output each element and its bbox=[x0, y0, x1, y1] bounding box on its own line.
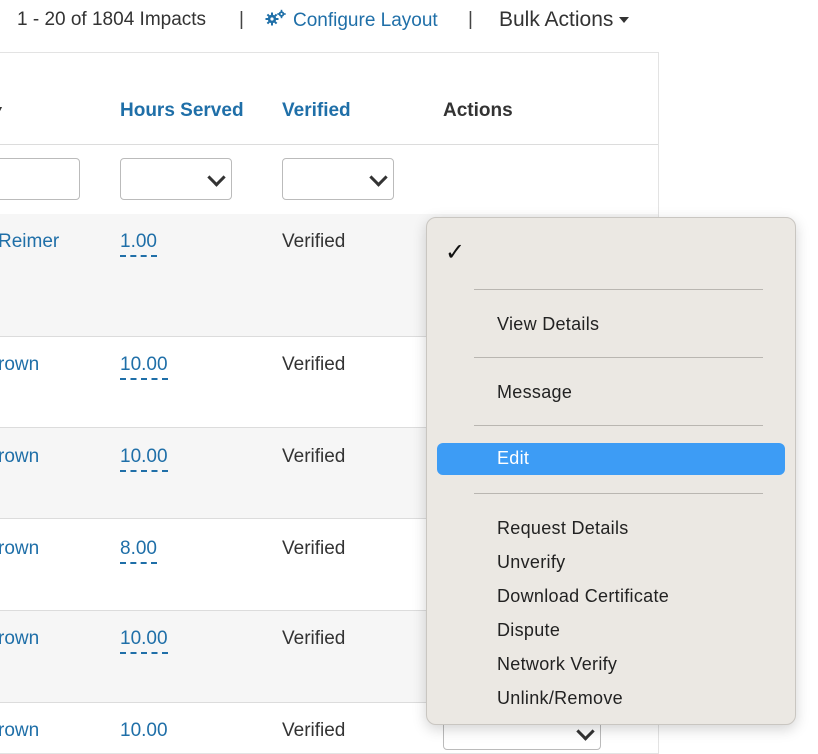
menu-item-message[interactable]: Message bbox=[497, 382, 572, 403]
hours-cell[interactable]: 10.00 bbox=[120, 720, 168, 744]
menu-item-dispute[interactable]: Dispute bbox=[497, 620, 560, 641]
hours-cell[interactable]: 10.00 bbox=[120, 446, 168, 472]
verified-cell: Verified bbox=[282, 354, 346, 375]
checkmark-icon[interactable]: ✓ bbox=[445, 238, 465, 267]
toolbar: 1 - 20 of 1804 Impacts | Configure Layou… bbox=[0, 0, 818, 40]
name-cell-link[interactable]: rown bbox=[0, 538, 39, 560]
gears-icon bbox=[265, 9, 287, 33]
hours-cell[interactable]: 10.00 bbox=[120, 354, 168, 380]
configure-layout-label: Configure Layout bbox=[293, 10, 438, 31]
result-count: 1 - 20 of 1804 Impacts bbox=[17, 9, 207, 30]
hours-cell[interactable]: 8.00 bbox=[120, 538, 157, 564]
header-verified[interactable]: Verified bbox=[282, 100, 351, 122]
menu-item-unlink-remove[interactable]: Unlink/Remove bbox=[497, 688, 623, 709]
verified-cell: Verified bbox=[282, 446, 346, 467]
chevron-down-icon bbox=[576, 722, 595, 741]
separator: | bbox=[468, 9, 473, 30]
name-cell-link[interactable]: Reimer bbox=[0, 231, 59, 253]
chevron-down-icon bbox=[369, 168, 388, 187]
bulk-actions-label: Bulk Actions bbox=[499, 8, 614, 31]
separator: | bbox=[239, 9, 244, 30]
verified-cell: Verified bbox=[282, 720, 346, 741]
menu-item-unverify[interactable]: Unverify bbox=[497, 552, 565, 573]
header-actions: Actions bbox=[443, 100, 513, 121]
verified-filter-select[interactable] bbox=[282, 158, 394, 200]
caret-down-icon bbox=[619, 17, 630, 23]
actions-dropdown-menu: ✓ View Details Message Edit Request Deta… bbox=[426, 217, 796, 725]
verified-cell: Verified bbox=[282, 538, 346, 559]
menu-divider bbox=[474, 425, 763, 426]
menu-item-request-details[interactable]: Request Details bbox=[497, 518, 629, 539]
hours-filter-select[interactable] bbox=[120, 158, 232, 200]
name-cell-link[interactable]: rown bbox=[0, 628, 39, 650]
name-filter-input[interactable] bbox=[0, 158, 80, 200]
configure-layout-link[interactable]: Configure Layout bbox=[265, 9, 438, 33]
chevron-down-icon bbox=[207, 168, 226, 187]
name-cell-link[interactable]: rown bbox=[0, 446, 39, 468]
menu-divider bbox=[474, 357, 763, 358]
header-hours-served[interactable]: Hours Served bbox=[120, 100, 244, 122]
hours-cell[interactable]: 10.00 bbox=[120, 628, 168, 654]
verified-cell: Verified bbox=[282, 628, 346, 649]
menu-item-network-verify[interactable]: Network Verify bbox=[497, 654, 617, 675]
name-cell-link[interactable]: rown bbox=[0, 354, 39, 376]
menu-divider bbox=[474, 289, 763, 290]
header-divider bbox=[0, 144, 658, 145]
bulk-actions-dropdown[interactable]: Bulk Actions bbox=[499, 8, 630, 32]
verified-cell: Verified bbox=[282, 231, 346, 252]
menu-item-edit[interactable]: Edit bbox=[497, 448, 529, 469]
menu-item-view-details[interactable]: View Details bbox=[497, 314, 599, 335]
truncated-header-icon: ▾ bbox=[0, 100, 2, 123]
menu-item-download-certificate[interactable]: Download Certificate bbox=[497, 586, 669, 607]
menu-item-edit-highlight[interactable]: Edit bbox=[437, 443, 785, 475]
hours-cell[interactable]: 1.00 bbox=[120, 231, 157, 257]
name-cell-link[interactable]: rown bbox=[0, 720, 39, 742]
menu-divider bbox=[474, 493, 763, 494]
